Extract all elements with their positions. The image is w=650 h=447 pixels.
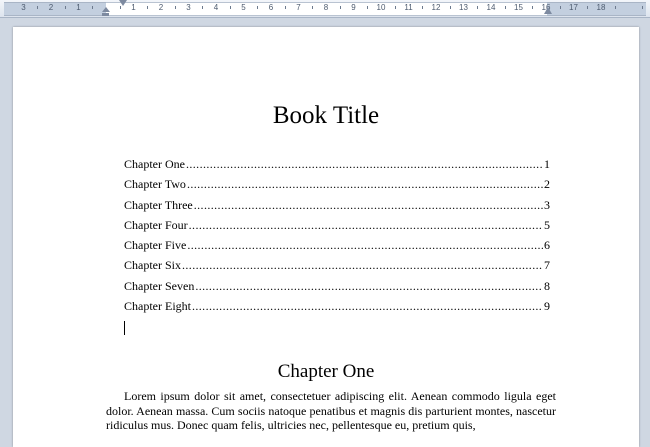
ruler-number: 5 bbox=[241, 3, 246, 12]
toc-entry-page: 9 bbox=[544, 299, 550, 314]
toc-entry-title: Chapter Seven bbox=[124, 278, 195, 293]
ruler-number: 7 bbox=[296, 3, 301, 12]
ruler-tick bbox=[37, 6, 39, 9]
ruler-tick bbox=[202, 6, 204, 9]
body-paragraph: Lorem ipsum dolor sit amet, consectetuer… bbox=[106, 389, 556, 433]
toc-entry-title: Chapter Six bbox=[124, 258, 181, 273]
ruler-tick bbox=[559, 6, 561, 9]
toc-entry-title: Chapter One bbox=[124, 157, 185, 171]
toc-entry[interactable]: Chapter Six 7 bbox=[124, 258, 550, 278]
ruler-number: 3 bbox=[186, 3, 191, 12]
toc-entry-title: Chapter Eight bbox=[124, 299, 191, 314]
ruler-number: 13 bbox=[459, 3, 468, 12]
ruler-number: 18 bbox=[596, 3, 606, 12]
ruler-tick bbox=[229, 6, 231, 9]
ruler-tick bbox=[504, 6, 506, 9]
ruler-number: 2 bbox=[158, 3, 164, 12]
ruler-tick bbox=[284, 6, 286, 9]
toc-dot-leader bbox=[187, 238, 543, 253]
toc-dot-leader bbox=[182, 258, 543, 273]
toc-dot-leader bbox=[189, 218, 543, 233]
toc-dot-leader bbox=[192, 299, 543, 314]
ruler-tick bbox=[257, 6, 259, 9]
ruler-tick bbox=[394, 6, 396, 9]
book-title: Book Title bbox=[272, 102, 380, 129]
toc-entry-title: Chapter Four bbox=[124, 217, 188, 232]
ruler-number: 1 bbox=[131, 3, 136, 12]
toc-dot-leader bbox=[195, 279, 543, 294]
ruler-left-margin bbox=[4, 2, 106, 16]
ruler-number: 17 bbox=[569, 3, 578, 12]
ruler-number: 11 bbox=[404, 3, 413, 12]
ruler-number: 8 bbox=[323, 3, 329, 12]
table-of-contents: Chapter One1Chapter Two2Chapter Three3Ch… bbox=[124, 157, 550, 319]
toc-entry-page: 2 bbox=[544, 177, 550, 192]
ruler-tick bbox=[449, 6, 451, 9]
toc-entry-title: Chapter Five bbox=[124, 238, 187, 253]
horizontal-ruler[interactable]: 3 2 1 1 2 3 4 5 6 7 8 9 10 11 12 13 14 15 16 17 18 bbox=[0, 0, 650, 18]
ruler-number: 4 bbox=[213, 3, 219, 12]
ruler-tick bbox=[614, 6, 616, 9]
toc-entry-page: 7 bbox=[544, 258, 550, 273]
toc-entry-page: 5 bbox=[544, 217, 550, 232]
document-page[interactable]: Book Title Chapter One1Chapter Two2Chapt… bbox=[13, 27, 639, 447]
left-indent-box[interactable] bbox=[102, 13, 109, 16]
toc-entry-title: Chapter Three bbox=[124, 197, 193, 212]
ruler-number: 14 bbox=[486, 3, 496, 12]
ruler-tick bbox=[174, 6, 176, 9]
text-cursor bbox=[124, 321, 125, 335]
toc-dot-leader bbox=[194, 198, 543, 213]
toc-entry[interactable]: Chapter Three 3 bbox=[124, 198, 550, 218]
toc-entry[interactable]: Chapter Five 6 bbox=[124, 238, 550, 258]
ruler-number: 12 bbox=[431, 3, 441, 12]
ruler-tick bbox=[422, 6, 424, 9]
toc-entry[interactable]: Chapter Two 2 bbox=[124, 177, 550, 197]
ruler-number: 15 bbox=[514, 3, 523, 12]
toc-entry-title: Chapter Two bbox=[124, 177, 186, 192]
ruler-tick bbox=[642, 6, 644, 9]
ruler-number: 6 bbox=[268, 3, 274, 12]
ruler-tick bbox=[147, 6, 149, 9]
ruler-tick bbox=[532, 6, 534, 9]
toc-entry[interactable]: Chapter Seven 8 bbox=[124, 279, 550, 299]
ruler-number: 3 bbox=[21, 3, 26, 12]
ruler-tick bbox=[477, 6, 479, 9]
toc-entry-page: 8 bbox=[544, 278, 550, 293]
toc-entry-page: 1 bbox=[544, 157, 550, 171]
first-line-indent-marker[interactable] bbox=[119, 0, 127, 6]
ruler-tick bbox=[119, 6, 121, 9]
ruler-number: 2 bbox=[48, 3, 54, 12]
right-indent-marker[interactable] bbox=[544, 7, 552, 14]
hanging-indent-marker[interactable] bbox=[101, 7, 110, 16]
toc-entry[interactable]: Chapter Eight 9 bbox=[124, 299, 550, 319]
toc-entry-page: 3 bbox=[544, 197, 550, 212]
toc-entry[interactable]: Chapter One 1 bbox=[124, 157, 550, 177]
toc-entry-page: 6 bbox=[544, 238, 550, 253]
ruler-tick bbox=[312, 6, 314, 9]
ruler-number: 10 bbox=[376, 3, 386, 12]
ruler-number: 9 bbox=[351, 3, 356, 12]
ruler-tick bbox=[92, 6, 94, 9]
toc-entry[interactable]: Chapter Four 5 bbox=[124, 218, 550, 238]
ruler-tick bbox=[587, 6, 589, 9]
hanging-indent-triangle bbox=[101, 7, 110, 12]
chapter-heading: Chapter One bbox=[277, 361, 375, 382]
ruler-tick bbox=[64, 6, 66, 9]
toc-dot-leader bbox=[187, 177, 543, 192]
toc-dot-leader bbox=[186, 157, 543, 172]
ruler-tick bbox=[339, 6, 341, 9]
ruler-tick bbox=[367, 6, 369, 9]
ruler-number: 1 bbox=[76, 3, 81, 12]
